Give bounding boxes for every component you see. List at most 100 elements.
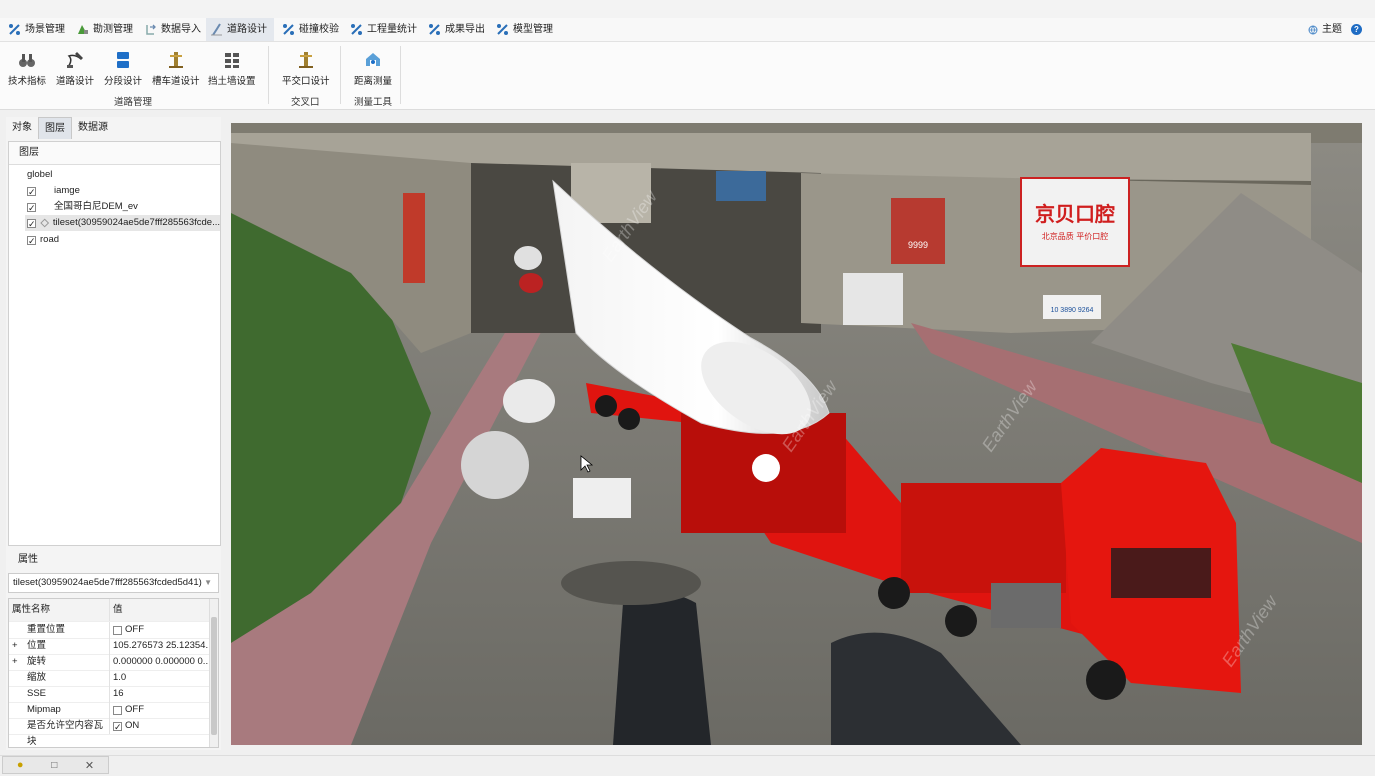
property-value-text: 1.0 [113, 672, 127, 683]
property-row[interactable]: SSE 16 [9, 686, 211, 703]
property-name: 缩放 [27, 672, 47, 683]
layer-label: iamge [54, 185, 80, 196]
flat-intersection-button[interactable]: 平交口设计 [282, 50, 330, 87]
clinic-billboard-subtitle: 北京品质 平价口腔 [1042, 231, 1109, 241]
property-checkbox[interactable] [113, 719, 122, 734]
menu-item-label: 勘测管理 [93, 24, 133, 35]
scrollbar-thumb[interactable] [211, 617, 217, 735]
property-checkbox[interactable] [113, 625, 122, 635]
menu-item-label: 场景管理 [25, 24, 65, 35]
layer-checkbox[interactable] [27, 184, 36, 200]
menu-item-survey-management[interactable]: 勘测管理 [72, 18, 137, 41]
property-value-text: 105.276573 25.12354... [113, 640, 213, 651]
group-divider [400, 46, 401, 104]
flat-intersection-label: 平交口设计 [282, 76, 330, 87]
tank-lane-design-button[interactable]: 槽车道设计 [152, 50, 200, 87]
layer-checkbox[interactable] [27, 233, 36, 249]
status-bar: ● □ ✕ [0, 755, 1375, 776]
layer-item-iamge[interactable]: iamge [27, 183, 80, 200]
theme-button[interactable]: 主题 [1304, 18, 1346, 41]
property-value[interactable]: 105.276573 25.12354... [111, 638, 213, 654]
menu-item-label: 数据导入 [161, 24, 201, 35]
segment-icon [117, 52, 129, 68]
globe-icon [1308, 25, 1318, 34]
tech-index-button[interactable]: 技术指标 [8, 50, 46, 87]
layer-tree-header: 图层 [9, 142, 220, 165]
layer-item-tileset[interactable]: tileset(30959024ae5de7fff285563fcde... [25, 215, 220, 232]
menu-item-collision-check[interactable]: 碰撞校验 [278, 18, 343, 41]
group-divider [268, 46, 269, 104]
layer-item-road[interactable]: road [27, 232, 59, 249]
menu-item-result-export[interactable]: 成果导出 [424, 18, 489, 41]
property-row[interactable]: 重置位置 OFF [9, 622, 211, 639]
survey-icon [78, 25, 88, 34]
percent-tool-icon [429, 24, 440, 35]
parked-car [503, 379, 555, 423]
truck-wheel [618, 408, 640, 430]
property-checkbox[interactable] [113, 705, 122, 715]
layer-checkbox[interactable] [27, 216, 36, 232]
property-row[interactable]: Mipmap OFF [9, 702, 211, 719]
segment-design-button[interactable]: 分段设计 [104, 50, 142, 87]
menu-item-road-design[interactable]: 道路设计 [206, 18, 274, 41]
column-divider [109, 654, 110, 670]
property-value[interactable]: OFF [111, 702, 213, 718]
menu-item-model-management[interactable]: 模型管理 [492, 18, 557, 41]
menu-item-quantity-stats[interactable]: 工程量统计 [346, 18, 421, 41]
property-name: Mipmap [27, 704, 61, 715]
chevron-down-icon: ▼ [204, 578, 212, 587]
menu-item-data-import[interactable]: 数据导入 [140, 18, 205, 41]
distance-measure-button[interactable]: 距离测量 [354, 50, 392, 87]
tab-objects[interactable]: 对象 [6, 117, 38, 139]
close-icon[interactable]: ✕ [85, 759, 94, 772]
column-divider [109, 702, 110, 718]
map-3d-viewport[interactable]: 9999 京贝口腔 北京品质 平价口腔 10 3890 9264 EarthVi… [231, 123, 1362, 745]
intersection-group-label: 交叉口 [291, 97, 320, 108]
menu-item-label: 模型管理 [513, 24, 553, 35]
column-header-name: 属性名称 [12, 604, 51, 615]
property-value[interactable]: 16 [111, 686, 213, 702]
road-design-label: 道路设计 [56, 76, 95, 87]
property-row[interactable]: + 旋转 0.000000 0.000000 0... [9, 654, 211, 671]
left-banner [403, 193, 425, 283]
retaining-wall-button[interactable]: 挡土墙设置 [208, 50, 256, 87]
percent-tool-icon [9, 24, 20, 35]
object-selector[interactable]: tileset(30959024ae5de7fff285563fcded5d41… [8, 573, 219, 593]
pylon-icon [168, 52, 183, 68]
tab-datasource[interactable]: 数据源 [72, 117, 114, 139]
property-value-text: OFF [125, 704, 144, 715]
column-header-value: 值 [113, 604, 123, 615]
property-value[interactable]: ON [111, 718, 213, 734]
property-value-text: 16 [113, 688, 124, 699]
binoculars-icon [19, 54, 35, 67]
distance-measure-label: 距离测量 [354, 76, 393, 87]
road-design-button[interactable]: 道路设计 [56, 50, 94, 87]
menu-item-scene-management[interactable]: 场景管理 [4, 18, 69, 41]
tab-layers[interactable]: 图层 [38, 117, 72, 139]
segment-design-label: 分段设计 [104, 76, 143, 87]
property-value[interactable]: OFF [111, 622, 213, 638]
restore-icon[interactable]: □ [51, 760, 57, 771]
property-value[interactable]: 1.0 [111, 670, 213, 686]
center-banner-text: 9999 [908, 240, 928, 250]
window-title-bar [0, 0, 1375, 18]
parked-car [573, 478, 631, 518]
road-pen-icon [67, 52, 83, 68]
layer-checkbox[interactable] [27, 200, 36, 216]
phone-sign-text: 10 3890 9264 [1051, 307, 1094, 314]
background-billboard [716, 171, 766, 201]
retaining-wall-label: 挡土墙设置 [208, 76, 256, 87]
help-button[interactable]: ? [1347, 18, 1366, 41]
property-grid-scrollbar[interactable] [209, 599, 218, 747]
app-tray-icon[interactable]: ● [17, 759, 24, 771]
ribbon-toolbar: 技术指标 道路设计 分段设计 槽车道设计 挡土墙设置 道路管理 平交口设计 交叉… [0, 42, 1375, 110]
scene-render: 9999 京贝口腔 北京品质 平价口腔 10 3890 9264 EarthVi… [231, 123, 1362, 745]
property-row[interactable]: + 位置 105.276573 25.12354... [9, 638, 213, 655]
column-divider [109, 686, 110, 702]
property-grid-header: 属性名称 值 [9, 599, 211, 622]
property-row[interactable]: 是否允许空内容瓦块 ON [9, 718, 213, 747]
property-row[interactable]: 缩放 1.0 [9, 670, 211, 687]
property-value[interactable]: 0.000000 0.000000 0... [111, 654, 213, 670]
layer-item-dem[interactable]: 全国哥白尼DEM_ev [27, 199, 138, 216]
layer-root-globel[interactable]: globel [27, 167, 52, 183]
